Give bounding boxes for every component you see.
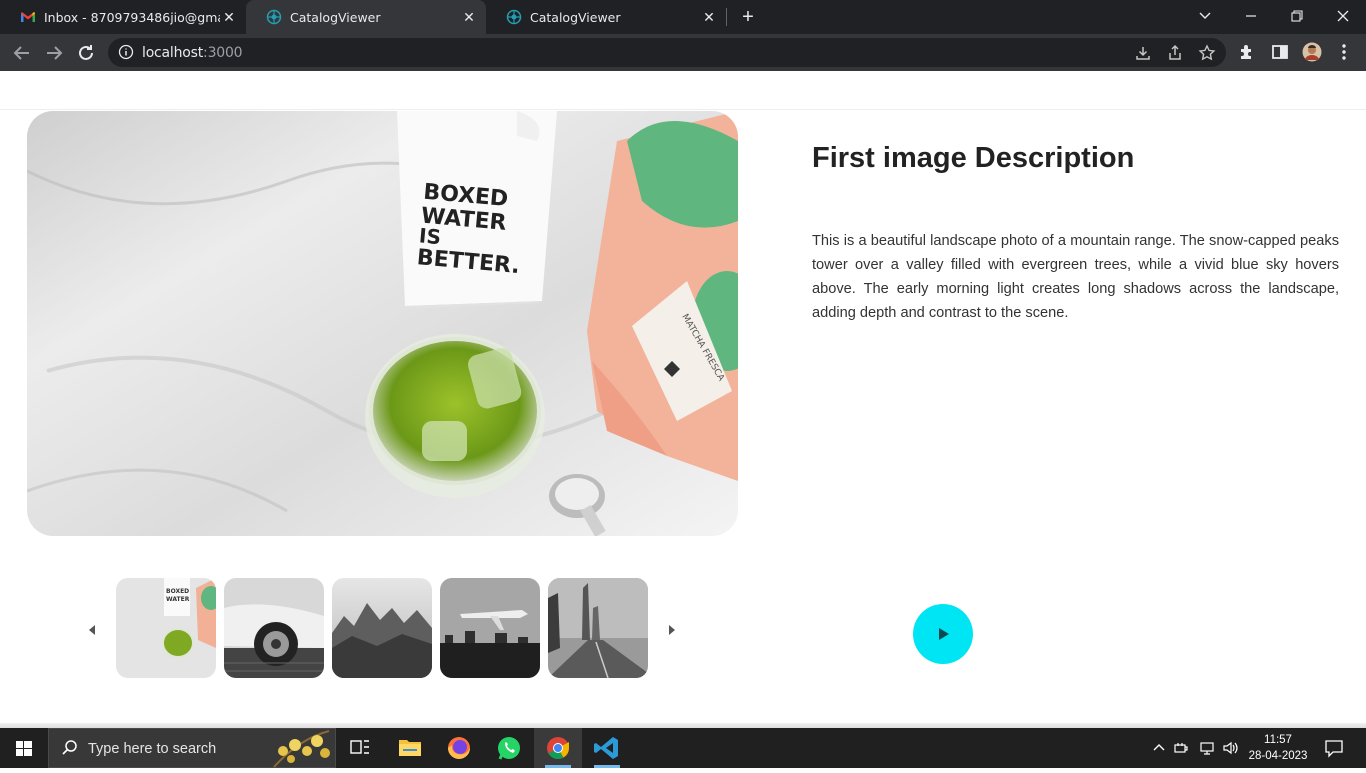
firefox-icon: [448, 737, 470, 759]
battery-plug-icon[interactable]: [1173, 739, 1191, 757]
image-description: This is a beautiful landscape photo of a…: [812, 233, 1339, 321]
play-button[interactable]: [913, 604, 973, 664]
tab-catalogviewer[interactable]: CatalogViewer ✕: [486, 0, 726, 34]
reload-icon[interactable]: [74, 41, 98, 65]
url-port: :3000: [203, 45, 243, 61]
browser-tab-bar: Inbox - 8709793486jio@gmail.com ✕ Catalo…: [0, 0, 1366, 34]
search-highlight-image: [273, 730, 330, 768]
side-panel-icon[interactable]: [1270, 42, 1290, 62]
thumb-matcha[interactable]: BOXED WATER: [116, 578, 216, 678]
file-explorer-button[interactable]: [386, 728, 434, 768]
windows-taskbar: Type here to search 11:57 28-04-2023: [0, 728, 1366, 768]
svg-text:WATER: WATER: [166, 596, 190, 603]
carousel-prev-icon[interactable]: [86, 621, 98, 639]
profile-avatar[interactable]: [1302, 42, 1322, 62]
share-icon[interactable]: [1166, 44, 1184, 62]
image-title: First image Description: [812, 142, 1135, 174]
extensions-puzzle-icon[interactable]: [1238, 42, 1258, 62]
restore-icon[interactable]: [1282, 5, 1312, 27]
thumb-car[interactable]: [224, 578, 324, 678]
tab-catalogviewer-active[interactable]: CatalogViewer ✕: [246, 0, 486, 34]
url-host: localhost: [142, 45, 204, 61]
tab-label: Inbox - 8709793486jio@gmail.com: [44, 10, 220, 25]
windows-start-icon[interactable]: [0, 728, 48, 768]
install-app-icon[interactable]: [1134, 44, 1152, 62]
notifications-icon[interactable]: [1324, 738, 1344, 758]
chrome-icon: [547, 737, 569, 759]
search-icon: [62, 740, 77, 755]
search-placeholder: Type here to search: [88, 741, 217, 757]
thumb-foggy-road[interactable]: [548, 578, 648, 678]
tab-search-chevron-icon[interactable]: [1190, 5, 1220, 27]
new-tab-button[interactable]: +: [737, 6, 759, 28]
more-menu-icon[interactable]: [1334, 42, 1354, 62]
volume-icon[interactable]: [1222, 739, 1240, 757]
back-arrow-icon[interactable]: [10, 41, 34, 65]
network-icon[interactable]: [1198, 739, 1216, 757]
close-icon[interactable]: ✕: [460, 8, 478, 26]
firefox-button[interactable]: [435, 728, 483, 768]
task-view-icon: [350, 740, 369, 754]
catalogviewer-icon: [506, 9, 522, 25]
tab-divider: [726, 8, 727, 26]
whatsapp-button[interactable]: [485, 728, 533, 768]
file-explorer-icon: [399, 740, 421, 756]
task-view-button[interactable]: [336, 728, 384, 768]
thumb-airplane[interactable]: [440, 578, 540, 678]
tab-label: CatalogViewer: [290, 10, 381, 25]
clock-date: 28-04-2023: [1248, 750, 1308, 762]
window-close-icon[interactable]: [1328, 5, 1358, 27]
gmail-icon: [21, 12, 35, 22]
catalogviewer-icon: [266, 9, 282, 25]
svg-text:BOXED: BOXED: [166, 588, 189, 595]
vscode-icon: [594, 737, 618, 759]
play-icon: [939, 628, 949, 640]
tab-gmail-inbox[interactable]: Inbox - 8709793486jio@gmail.com ✕: [0, 0, 246, 34]
taskbar-search-input[interactable]: Type here to search: [48, 728, 336, 768]
address-url[interactable]: localhost:3000: [142, 45, 243, 61]
vscode-button[interactable]: [583, 728, 631, 768]
whatsapp-icon: [498, 737, 520, 760]
chrome-button[interactable]: [534, 728, 582, 768]
address-bar[interactable]: localhost:3000: [108, 38, 1226, 67]
bookmark-star-icon[interactable]: [1198, 44, 1216, 62]
close-icon[interactable]: ✕: [700, 8, 718, 26]
thumb-mountains[interactable]: [332, 578, 432, 678]
main-image: BOXED WATER IS BETTER. MATCHA FRESCA: [27, 111, 738, 536]
page-content: BOXED WATER IS BETTER. MATCHA FRESCA Fir…: [0, 71, 1366, 728]
carousel-next-icon[interactable]: [666, 621, 678, 639]
taskbar-clock[interactable]: 11:57 28-04-2023: [1248, 732, 1308, 764]
close-icon[interactable]: ✕: [220, 8, 238, 26]
site-info-icon[interactable]: [118, 44, 134, 60]
browser-toolbar: localhost:3000: [0, 34, 1366, 71]
minimize-icon[interactable]: [1236, 5, 1266, 27]
header-divider: [0, 109, 1366, 110]
clock-time: 11:57: [1264, 734, 1292, 746]
forward-arrow-icon[interactable]: [42, 41, 66, 65]
show-hidden-icons-chevron-icon[interactable]: [1150, 739, 1168, 757]
tab-label: CatalogViewer: [530, 10, 621, 25]
